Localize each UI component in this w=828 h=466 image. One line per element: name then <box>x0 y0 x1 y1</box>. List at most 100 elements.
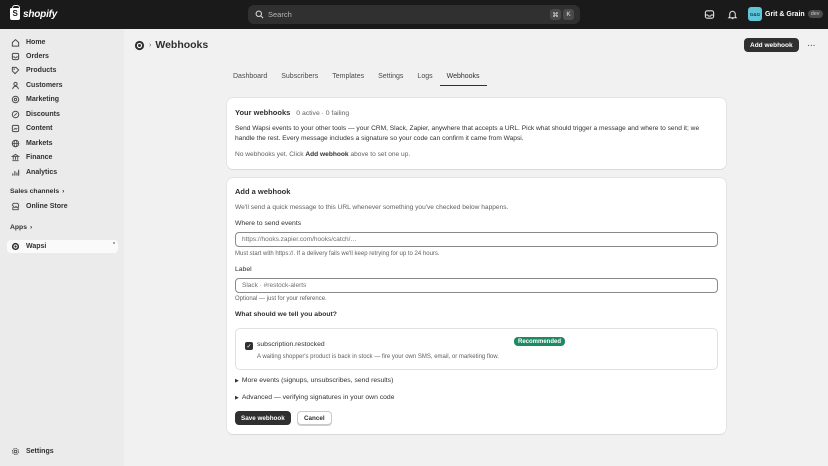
webhook-stats: 0 active · 0 failing <box>296 110 350 117</box>
store-icon <box>11 202 20 211</box>
shopify-bag-icon <box>10 5 20 20</box>
sidebar-item-markets[interactable]: Markets <box>7 137 118 150</box>
sidebar-item-label: Analytics <box>26 169 58 176</box>
webhook-url-input[interactable]: https://hooks.zapier.com/hooks/catch/… <box>235 232 718 247</box>
summary-description: Send Wapsi events to your other tools — … <box>235 125 700 142</box>
recommended-badge: Recommended <box>514 337 566 346</box>
sidebar-item-label: Markets <box>26 140 53 147</box>
tab-bar: Dashboard Subscribers Templates Settings… <box>226 66 487 86</box>
home-icon <box>11 38 20 47</box>
sales-channels-header[interactable]: Sales channels › <box>10 188 64 195</box>
sidebar-item-label: Customers <box>26 82 63 89</box>
tab-webhooks[interactable]: Webhooks <box>439 66 487 86</box>
target-icon <box>11 95 20 104</box>
search-input[interactable]: Search ⌘ K <box>248 5 580 24</box>
sidebar-item-settings[interactable]: Settings <box>7 445 118 458</box>
page-title: Webhooks <box>155 39 209 51</box>
sidebar-item-content[interactable]: Content <box>7 122 118 135</box>
gear-icon <box>11 447 20 456</box>
sidebar-item-marketing[interactable]: Marketing <box>7 93 118 106</box>
summary-title: Your webhooks <box>235 108 291 117</box>
search-icon <box>255 10 264 19</box>
label-field-label: Label <box>235 266 252 273</box>
more-events-disclosure[interactable]: ▶ More events (signups, unsubscribes, se… <box>235 377 393 384</box>
tab-templates[interactable]: Templates <box>325 66 371 86</box>
inbox-icon[interactable] <box>704 9 715 20</box>
tag-icon <box>11 66 20 75</box>
sidebar-item-label: Wapsi <box>26 243 47 250</box>
empty-state-link[interactable]: Add webhook <box>305 151 348 158</box>
sidebar-item-home[interactable]: Home <box>7 36 118 49</box>
brand-name: shopify <box>23 8 58 20</box>
orders-icon <box>11 52 20 61</box>
more-actions-icon[interactable]: ··· <box>804 38 818 52</box>
sidebar-item-discounts[interactable]: Discounts <box>7 108 118 121</box>
add-webhook-button[interactable]: Add webhook <box>744 38 799 52</box>
apps-label: Apps <box>10 224 27 231</box>
shopify-logo[interactable]: shopify <box>10 5 58 20</box>
wapsi-app-icon <box>11 242 20 251</box>
tab-dashboard[interactable]: Dashboard <box>226 66 274 86</box>
pin-dot-icon <box>113 242 115 244</box>
tab-logs[interactable]: Logs <box>410 66 439 86</box>
tab-subscribers[interactable]: Subscribers <box>274 66 325 86</box>
events-heading: What should we tell you about? <box>235 311 337 318</box>
checkmark-icon: ✓ <box>246 343 252 350</box>
advanced-label: Advanced — verifying signatures in your … <box>241 394 395 401</box>
summary-header: Your webhooks 0 active · 0 failing <box>235 108 349 117</box>
chart-icon <box>12 169 20 176</box>
apps-header[interactable]: Apps › <box>10 224 32 231</box>
advanced-disclosure[interactable]: ▶ Advanced — verifying signatures in you… <box>235 394 395 401</box>
chevron-right-icon: › <box>62 188 65 195</box>
webhook-label-input[interactable]: Slack · #restock-alerts <box>235 278 718 293</box>
event-name: subscription.restocked <box>257 341 325 348</box>
store-switcher[interactable]: G&G Grit & Grain dev <box>748 7 823 21</box>
main-content: › Webhooks Add webhook ··· Dashboard Sub… <box>124 29 828 466</box>
form-intro: We'll send a quick message to this URL w… <box>235 204 509 211</box>
event-checkbox[interactable]: ✓ <box>245 342 253 350</box>
empty-state-suffix: above to set one up. <box>350 151 411 158</box>
disclosure-triangle-icon: ▶ <box>235 377 239 384</box>
store-name: Grit & Grain <box>765 10 805 18</box>
webhooks-summary-card: Your webhooks 0 active · 0 failing Send … <box>227 98 726 169</box>
sidebar-item-label: Finance <box>26 154 53 161</box>
disclosure-triangle-icon: ▶ <box>235 394 239 401</box>
tab-settings[interactable]: Settings <box>371 66 410 86</box>
label-help-text: Optional — just for your reference. <box>235 296 327 302</box>
content-icon <box>11 124 20 133</box>
search-shortcut: ⌘ K <box>550 9 574 20</box>
page-header: › Webhooks <box>134 39 208 51</box>
event-description: A waiting shopper's product is back in s… <box>257 354 499 360</box>
sidebar-item-customers[interactable]: Customers <box>7 79 118 92</box>
form-title: Add a webhook <box>235 187 291 196</box>
more-events-label: More events (signups, unsubscribes, send… <box>241 377 394 384</box>
cancel-button[interactable]: Cancel <box>297 411 332 425</box>
event-option: ✓ subscription.restocked A waiting shopp… <box>235 328 718 370</box>
save-webhook-button[interactable]: Save webhook <box>235 411 291 425</box>
breadcrumb-chevron-icon: › <box>149 41 152 49</box>
sidebar-item-label: Settings <box>26 448 54 455</box>
person-icon <box>12 81 19 90</box>
store-dev-badge: dev <box>807 10 823 18</box>
sidebar-item-analytics[interactable]: Analytics <box>7 166 118 179</box>
bell-icon[interactable] <box>727 9 738 20</box>
bank-icon <box>11 153 20 162</box>
sidebar-item-label: Orders <box>26 53 49 60</box>
sidebar-item-label: Marketing <box>26 96 60 103</box>
shortcut-key-cmd: ⌘ <box>550 9 561 20</box>
sidebar-item-label: Discounts <box>26 111 60 118</box>
sidebar-item-wapsi[interactable]: Wapsi <box>7 240 118 253</box>
url-help-text: Must start with https://. If a delivery … <box>235 251 440 257</box>
sidebar: Home Orders Products Customers Marketing… <box>0 29 124 466</box>
sidebar-item-online-store[interactable]: Online Store <box>7 200 118 213</box>
wapsi-app-icon[interactable] <box>134 40 145 51</box>
search-placeholder: Search <box>268 10 292 19</box>
sidebar-item-finance[interactable]: Finance <box>7 151 118 164</box>
sidebar-item-orders[interactable]: Orders <box>7 50 118 63</box>
sidebar-item-label: Online Store <box>26 203 68 210</box>
sidebar-item-label: Products <box>26 67 57 74</box>
sidebar-item-products[interactable]: Products <box>7 64 118 77</box>
sidebar-item-label: Home <box>26 39 46 46</box>
empty-state-text: No webhooks yet. Click Add webhook above… <box>235 151 410 158</box>
url-label: Where to send events <box>235 220 302 227</box>
